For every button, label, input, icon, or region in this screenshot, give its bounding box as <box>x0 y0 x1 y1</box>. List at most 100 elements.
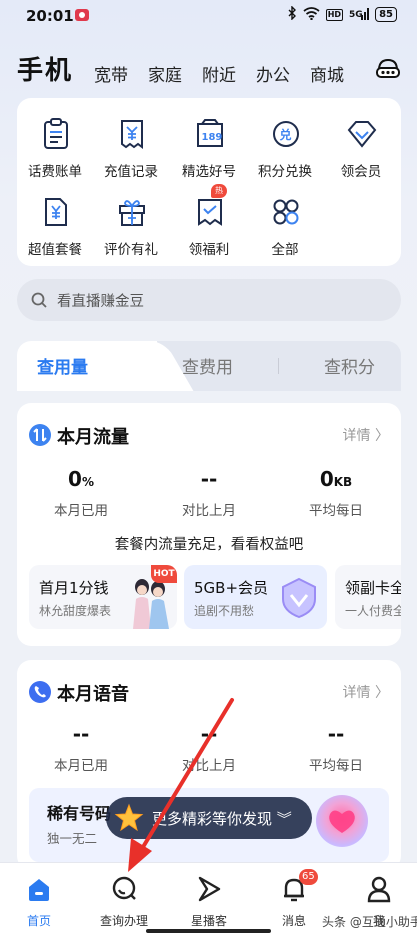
stat-label: 对比上月 <box>182 503 236 519</box>
floating-heart-badge[interactable] <box>316 795 368 847</box>
bluetooth-icon <box>288 5 297 23</box>
data-usage-card: 本月流量 详情 〉 0% 本月已用 -- 对比上月 0KB 平均每日 套餐内流量… <box>17 403 401 646</box>
svg-text:兑: 兑 <box>280 127 292 142</box>
grid-item-review-gift[interactable]: 评价有礼 <box>93 184 169 258</box>
promo-first-month[interactable]: 首月1分钱 林允甜度爆表 HOT <box>29 565 177 629</box>
status-time: 20:01 <box>26 7 74 25</box>
phone-call-icon <box>29 681 51 703</box>
stat-daily-average: 0KB 平均每日 <box>276 467 396 519</box>
tab-office[interactable]: 办公 <box>256 61 310 86</box>
grid-item-recharge-record[interactable]: 充值记录 <box>93 106 169 180</box>
stat-value: -- <box>200 722 218 746</box>
grid-item-bill[interactable]: 话费账单 <box>17 106 93 180</box>
promo-5gb-member[interactable]: 5GB+会员 追剧不用愁 <box>184 565 327 629</box>
tab-mall[interactable]: 商城 <box>310 61 364 86</box>
vip-shield-icon <box>279 577 319 623</box>
data-flow-icon <box>29 424 51 446</box>
stat-vs-last-month: -- 对比上月 <box>149 722 269 774</box>
bottom-nav-label: 消息 <box>281 914 306 928</box>
grid-item-welfare[interactable]: 领福利 <box>171 184 247 258</box>
all-apps-icon <box>271 196 301 228</box>
grid-label: 领会员 <box>340 164 382 180</box>
tab-nearby[interactable]: 附近 <box>202 61 256 86</box>
grid-item-all[interactable]: 全部 <box>247 184 323 258</box>
welfare-icon <box>195 196 225 228</box>
stat-label: 对比上月 <box>182 758 236 774</box>
top-nav-tabs: 宽带 家庭 附近 办公 商城 <box>94 61 364 86</box>
grid-item-package[interactable]: 超值套餐 <box>17 184 93 258</box>
promo-title: 领副卡全 <box>345 579 401 597</box>
home-icon <box>26 875 52 903</box>
stat-unit: KB <box>333 475 353 489</box>
usage-segment-tabs: 查用量 查费用 查积分 <box>17 341 401 391</box>
grid-label: 精选好号 <box>182 164 236 180</box>
promo-secondary-card[interactable]: 领副卡全 一人付费全 <box>335 565 401 629</box>
watermark: 头条 @互通小助手 <box>322 915 417 929</box>
points-exchange-icon: 兑 <box>271 118 301 150</box>
member-diamond-icon <box>347 118 377 150</box>
grid-label: 超值套餐 <box>28 242 82 258</box>
details-link[interactable]: 详情 〉 <box>343 682 389 702</box>
top-nav: 手机 宽带 家庭 附近 办公 商城 <box>0 46 417 90</box>
screen-record-icon <box>75 9 89 21</box>
wifi-icon <box>303 6 320 23</box>
search-input[interactable]: 看直播赚金豆 <box>17 279 401 321</box>
grid-item-points-exchange[interactable]: 兑 积分兑换 <box>247 106 323 180</box>
discover-more-button[interactable]: 更多精彩等你发现 ︾ <box>106 797 312 839</box>
tab-fees[interactable]: 查费用 <box>182 353 233 378</box>
query-icon <box>111 875 137 903</box>
grid-item-member[interactable]: 领会员 <box>323 106 399 180</box>
tab-broadband[interactable]: 宽带 <box>94 61 148 86</box>
grid-item-number-select[interactable]: 189 精选好号 <box>171 106 247 180</box>
home-indicator[interactable] <box>146 929 271 933</box>
number-189-icon: 189 <box>195 118 225 150</box>
stat-value: -- <box>72 722 90 746</box>
promo-subtitle: 追剧不用愁 <box>194 604 255 618</box>
customer-service-icon[interactable] <box>375 56 401 82</box>
svg-text:189: 189 <box>202 132 223 143</box>
star-icon <box>114 803 144 833</box>
stat-vs-last-month: -- 对比上月 <box>149 467 269 519</box>
bottom-nav-query[interactable]: 查询办理 <box>89 873 159 931</box>
package-icon <box>41 196 71 228</box>
play-icon <box>196 875 222 903</box>
status-indicators: HD 5G 85 <box>288 5 397 23</box>
promo-title: 5GB+会员 <box>194 579 269 597</box>
grid-label: 话费账单 <box>28 164 82 180</box>
segment-divider <box>278 358 279 374</box>
tab-usage[interactable]: 查用量 <box>37 353 88 378</box>
bottom-nav-home[interactable]: 首页 <box>4 873 74 931</box>
bill-icon <box>41 118 71 150</box>
promo-subtitle: 林允甜度爆表 <box>39 604 112 618</box>
card-title: 本月流量 <box>57 427 129 448</box>
stat-used-this-month: 0% 本月已用 <box>21 467 141 519</box>
stat-label: 本月已用 <box>54 758 108 774</box>
details-link[interactable]: 详情 〉 <box>343 425 389 445</box>
bottom-nav-label: 首页 <box>26 914 51 928</box>
tab-family[interactable]: 家庭 <box>148 61 202 86</box>
hot-badge: HOT <box>151 565 177 583</box>
stat-value: -- <box>327 722 345 746</box>
card-title: 本月语音 <box>57 684 129 705</box>
tab-points[interactable]: 查积分 <box>324 353 375 378</box>
hot-badge: 热 <box>211 184 227 198</box>
promo-title: 首月1分钱 <box>39 579 109 597</box>
grid-label: 领福利 <box>188 242 230 258</box>
tab-phone[interactable]: 手机 <box>17 50 73 87</box>
stat-label: 平均每日 <box>309 503 363 519</box>
bottom-nav-messages[interactable]: 65 消息 <box>259 869 329 931</box>
stat-value: -- <box>200 467 218 491</box>
grid-label: 充值记录 <box>104 164 158 180</box>
svg-text:5G: 5G <box>349 10 363 20</box>
gift-icon <box>117 196 147 228</box>
grid-label: 积分兑换 <box>258 164 312 180</box>
stat-label: 本月已用 <box>54 503 108 519</box>
stat-used-this-month: -- 本月已用 <box>21 722 141 774</box>
status-bar: 20:01 HD 5G 85 <box>0 0 417 30</box>
stat-unit: % <box>81 475 94 489</box>
bottom-nav-label: 星播客 <box>190 914 227 928</box>
signal-icon: 5G <box>349 7 370 23</box>
search-placeholder: 看直播赚金豆 <box>57 294 144 310</box>
grid-label: 评价有礼 <box>104 242 158 258</box>
bottom-nav-star-podcast[interactable]: 星播客 <box>174 873 244 931</box>
